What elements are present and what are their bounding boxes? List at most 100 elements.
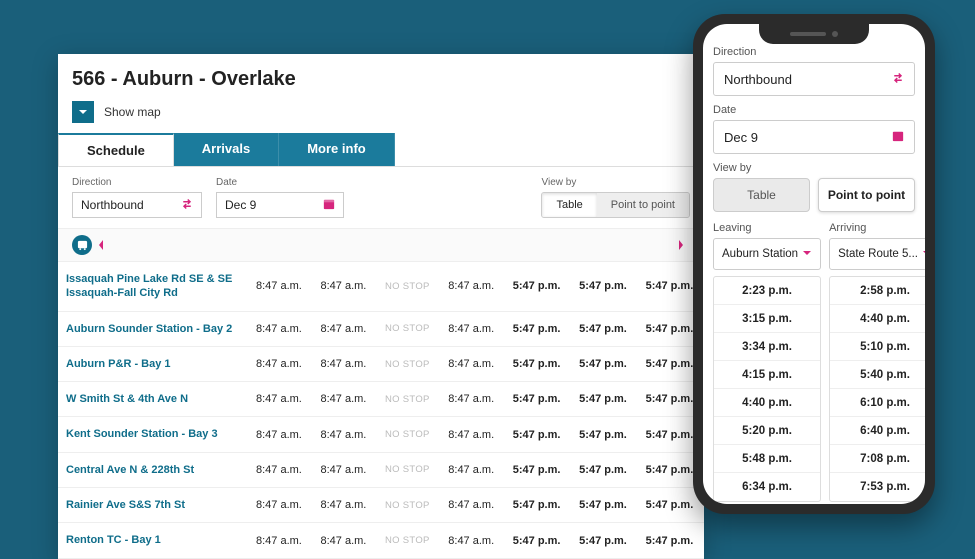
tab-arrivals[interactable]: Arrivals	[174, 133, 279, 166]
time-cell: 5:47 p.m.	[571, 311, 637, 346]
list-item[interactable]: 4:40 p.m.	[714, 389, 820, 417]
date-value: Dec 9	[225, 198, 256, 212]
scroll-right-button[interactable]	[672, 236, 690, 254]
route-title: 566 - Auburn - Overlake	[58, 54, 704, 101]
phone-notch	[759, 24, 869, 44]
no-stop-cell: NO STOP	[377, 488, 440, 523]
scroll-left-button[interactable]	[92, 236, 110, 254]
list-item[interactable]: 5:20 p.m.	[714, 417, 820, 445]
list-item[interactable]: 3:15 p.m.	[714, 305, 820, 333]
list-item[interactable]: 2:58 p.m.	[830, 277, 925, 305]
time-cell: 5:47 p.m.	[505, 523, 571, 558]
viewby-control: View by Table Point to point	[541, 177, 690, 218]
direction-value: Northbound	[81, 198, 144, 212]
list-item[interactable]: 7:08 p.m.	[830, 445, 925, 473]
ph-leaving-value: Auburn Station	[722, 248, 798, 260]
list-item[interactable]: 3:34 p.m.	[714, 333, 820, 361]
no-stop-cell: NO STOP	[377, 262, 440, 311]
time-cell: 5:47 p.m.	[571, 452, 637, 487]
bus-icon	[72, 235, 92, 255]
date-control: Date Dec 9	[216, 177, 344, 218]
stop-name-cell[interactable]: Central Ave N & 228th St	[58, 452, 248, 487]
phone-screen: Direction Northbound Date Dec 9 View by …	[703, 24, 925, 504]
ph-leaving-select[interactable]: Auburn Station	[713, 238, 821, 270]
chevron-down-icon	[78, 107, 88, 117]
time-cell: 8:47 a.m.	[440, 382, 505, 417]
list-item[interactable]: 4:40 p.m.	[830, 305, 925, 333]
ph-arriving-select[interactable]: State Route 5...	[829, 238, 925, 270]
list-item[interactable]: 7:53 p.m.	[830, 473, 925, 501]
time-cell: 8:47 a.m.	[248, 417, 313, 452]
ph-arriving-label: Arriving	[829, 222, 925, 234]
phone-mock: Direction Northbound Date Dec 9 View by …	[693, 14, 935, 514]
table-row: Issaquah Pine Lake Rd SE & SE Issaquah-F…	[58, 262, 704, 311]
ph-date-label: Date	[713, 104, 915, 116]
stop-name-cell[interactable]: Auburn P&R - Bay 1	[58, 346, 248, 381]
time-cell: 8:47 a.m.	[248, 346, 313, 381]
seg-table[interactable]: Table	[542, 193, 596, 217]
no-stop-cell: NO STOP	[377, 311, 440, 346]
date-label: Date	[216, 177, 344, 188]
stop-name-cell[interactable]: Kent Sounder Station - Bay 3	[58, 417, 248, 452]
table-row: Renton TC - Bay 18:47 a.m.8:47 a.m.NO ST…	[58, 523, 704, 558]
ph-direction-select[interactable]: Northbound	[713, 62, 915, 96]
time-cell: 8:47 a.m.	[313, 262, 378, 311]
stop-name-cell[interactable]: Auburn Sounder Station - Bay 2	[58, 311, 248, 346]
calendar-icon	[892, 130, 904, 145]
seg-point-to-point[interactable]: Point to point	[597, 193, 689, 217]
list-item[interactable]: 2:23 p.m.	[714, 277, 820, 305]
table-row: Auburn Sounder Station - Bay 28:47 a.m.8…	[58, 311, 704, 346]
ph-leaving-list: 2:23 p.m.3:15 p.m.3:34 p.m.4:15 p.m.4:40…	[713, 276, 821, 502]
time-cell: 8:47 a.m.	[313, 452, 378, 487]
direction-select[interactable]: Northbound	[72, 192, 202, 218]
time-cell: 5:47 p.m.	[571, 523, 637, 558]
ph-leaving-label: Leaving	[713, 222, 821, 234]
list-item[interactable]: 6:10 p.m.	[830, 389, 925, 417]
tab-more-info[interactable]: More info	[279, 133, 395, 166]
ph-date-value: Dec 9	[724, 130, 758, 145]
stop-name-cell[interactable]: W Smith St & 4th Ave N	[58, 382, 248, 417]
time-cell: 5:47 p.m.	[571, 346, 637, 381]
time-cell: 8:47 a.m.	[440, 523, 505, 558]
time-cell: 8:47 a.m.	[313, 523, 378, 558]
time-cell: 8:47 a.m.	[440, 452, 505, 487]
list-item[interactable]: 6:40 p.m.	[830, 417, 925, 445]
time-cell: 5:47 p.m.	[505, 452, 571, 487]
ph-date-select[interactable]: Dec 9	[713, 120, 915, 154]
chevron-down-icon	[918, 248, 925, 261]
time-cell: 5:47 p.m.	[505, 346, 571, 381]
time-cell: 5:47 p.m.	[505, 262, 571, 311]
time-cell: 8:47 a.m.	[248, 382, 313, 417]
direction-control: Direction Northbound	[72, 177, 202, 218]
stop-name-cell[interactable]: Issaquah Pine Lake Rd SE & SE Issaquah-F…	[58, 262, 248, 311]
ph-direction-label: Direction	[713, 46, 915, 58]
ph-seg-table[interactable]: Table	[713, 178, 810, 212]
no-stop-cell: NO STOP	[377, 346, 440, 381]
time-cell: 5:47 p.m.	[571, 262, 637, 311]
stop-name-cell[interactable]: Renton TC - Bay 1	[58, 523, 248, 558]
time-cell: 8:47 a.m.	[313, 382, 378, 417]
ph-arriving-value: State Route 5...	[838, 248, 918, 260]
list-item[interactable]: 6:34 p.m.	[714, 473, 820, 501]
table-row: W Smith St & 4th Ave N8:47 a.m.8:47 a.m.…	[58, 382, 704, 417]
time-cell: 5:47 p.m.	[638, 523, 704, 558]
list-item[interactable]: 5:10 p.m.	[830, 333, 925, 361]
table-row: Central Ave N & 228th St 8:47 a.m. 8:47 a.…	[58, 452, 704, 487]
list-item[interactable]: 4:15 p.m.	[714, 361, 820, 389]
time-cell: 8:47 a.m.	[440, 488, 505, 523]
desktop-schedule-panel: 566 - Auburn - Overlake Show map Schedul…	[58, 54, 704, 559]
time-cell: 8:47 a.m.	[440, 346, 505, 381]
show-map-toggle[interactable]	[72, 101, 94, 123]
date-select[interactable]: Dec 9	[216, 192, 344, 218]
show-map-row: Show map	[58, 101, 704, 133]
list-item[interactable]: 5:40 p.m.	[830, 361, 925, 389]
tab-schedule[interactable]: Schedule	[58, 133, 174, 166]
time-cell: 8:47 a.m.	[313, 417, 378, 452]
time-cell: 8:47 a.m.	[248, 523, 313, 558]
time-cell: 5:47 p.m.	[505, 417, 571, 452]
list-item[interactable]: 5:48 p.m.	[714, 445, 820, 473]
stop-name-cell[interactable]: Rainier Ave S&S 7th St	[58, 488, 248, 523]
time-cell: 5:47 p.m.	[505, 311, 571, 346]
table-row: Auburn P&R - Bay 18:47 a.m.8:47 a.m.NO S…	[58, 346, 704, 381]
ph-seg-p2p[interactable]: Point to point	[818, 178, 915, 212]
